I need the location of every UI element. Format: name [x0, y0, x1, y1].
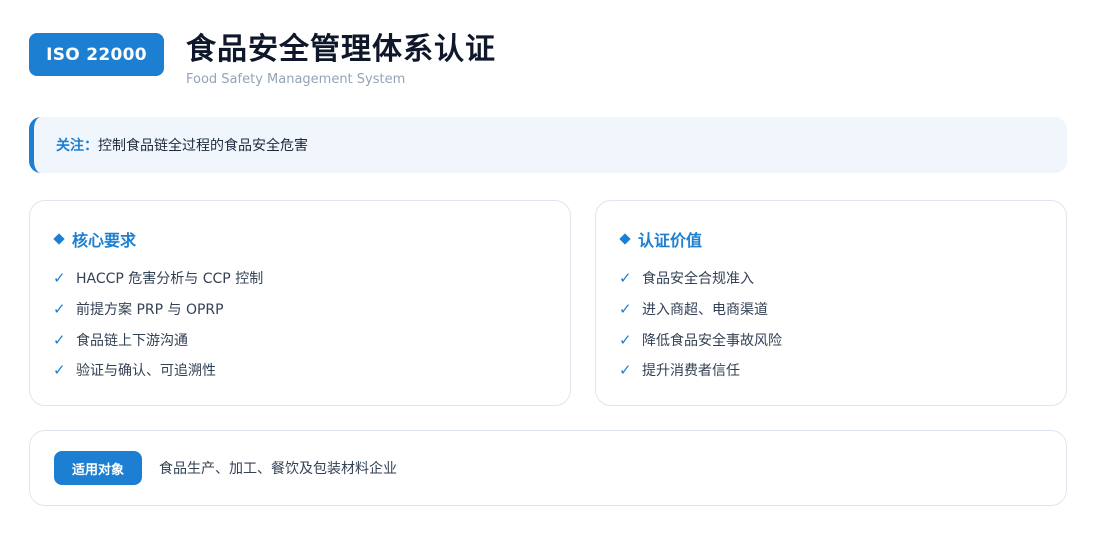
list-item: ✓ 进入商超、电商渠道: [619, 294, 782, 325]
page: ISO 22000 食品安全管理体系认证 Food Safety Managem…: [0, 0, 1095, 534]
scope-text: 食品生产、加工、餐饮及包装材料企业: [159, 461, 397, 477]
requirements-list: ✓ HACCP 危害分析与 CCP 控制 ✓ 前提方案 PRP 与 OPRP ✓ 食品…: [53, 263, 263, 386]
page-title: 食品安全管理体系认证: [186, 32, 496, 67]
list-item-label: 降低食品安全事故风险: [642, 332, 782, 349]
diamond-icon: [619, 233, 631, 245]
check-icon: ✓: [53, 361, 66, 380]
check-icon: ✓: [53, 330, 66, 349]
requirements-card: 核心要求 ✓ HACCP 危害分析与 CCP 控制 ✓ 前提方案 PRP 与 OPR…: [29, 200, 571, 406]
list-item: ✓ 验证与确认、可追溯性: [53, 355, 263, 386]
list-item-label: HACCP 危害分析与 CCP 控制: [76, 271, 264, 288]
value-card: 认证价值 ✓ 食品安全合规准入 ✓ 进入商超、电商渠道 ✓ 降低食品安全事故风险 ✓ 提…: [595, 200, 1067, 406]
list-item: ✓ 食品链上下游沟通: [53, 324, 263, 355]
list-item: ✓ 前提方案 PRP 与 OPRP: [53, 294, 263, 325]
list-item-label: 食品链上下游沟通: [76, 332, 188, 349]
list-item-label: 食品安全合规准入: [642, 271, 754, 288]
scope-tag: 适用对象: [54, 451, 142, 485]
iso-badge: ISO 22000: [29, 33, 164, 76]
focus-text: 控制食品链全过程的食品安全危害: [98, 138, 308, 154]
value-heading-label: 认证价值: [638, 231, 703, 250]
scope-panel: 适用对象 食品生产、加工、餐饮及包装材料企业: [29, 430, 1067, 506]
page-subtitle: Food Safety Management System: [186, 72, 406, 87]
check-icon: ✓: [619, 300, 632, 319]
list-item: ✓ HACCP 危害分析与 CCP 控制: [53, 263, 263, 294]
requirements-heading: 核心要求: [53, 227, 136, 251]
check-icon: ✓: [53, 300, 66, 319]
list-item-label: 验证与确认、可追溯性: [76, 363, 216, 380]
focus-label: 关注：: [56, 138, 98, 154]
check-icon: ✓: [619, 330, 632, 349]
value-heading: 认证价值: [619, 227, 702, 251]
list-item: ✓ 提升消费者信任: [619, 355, 782, 386]
list-item: ✓ 食品安全合规准入: [619, 263, 782, 294]
list-item: ✓ 降低食品安全事故风险: [619, 324, 782, 355]
focus-banner: 关注： 控制食品链全过程的食品安全危害: [29, 117, 1067, 173]
check-icon: ✓: [619, 361, 632, 380]
requirements-heading-label: 核心要求: [72, 231, 137, 250]
list-item-label: 进入商超、电商渠道: [642, 302, 768, 319]
diamond-icon: [53, 233, 65, 245]
check-icon: ✓: [53, 269, 66, 288]
check-icon: ✓: [619, 269, 632, 288]
list-item-label: 前提方案 PRP 与 OPRP: [76, 302, 224, 319]
value-list: ✓ 食品安全合规准入 ✓ 进入商超、电商渠道 ✓ 降低食品安全事故风险 ✓ 提升消费者信…: [619, 263, 782, 386]
list-item-label: 提升消费者信任: [642, 363, 740, 380]
